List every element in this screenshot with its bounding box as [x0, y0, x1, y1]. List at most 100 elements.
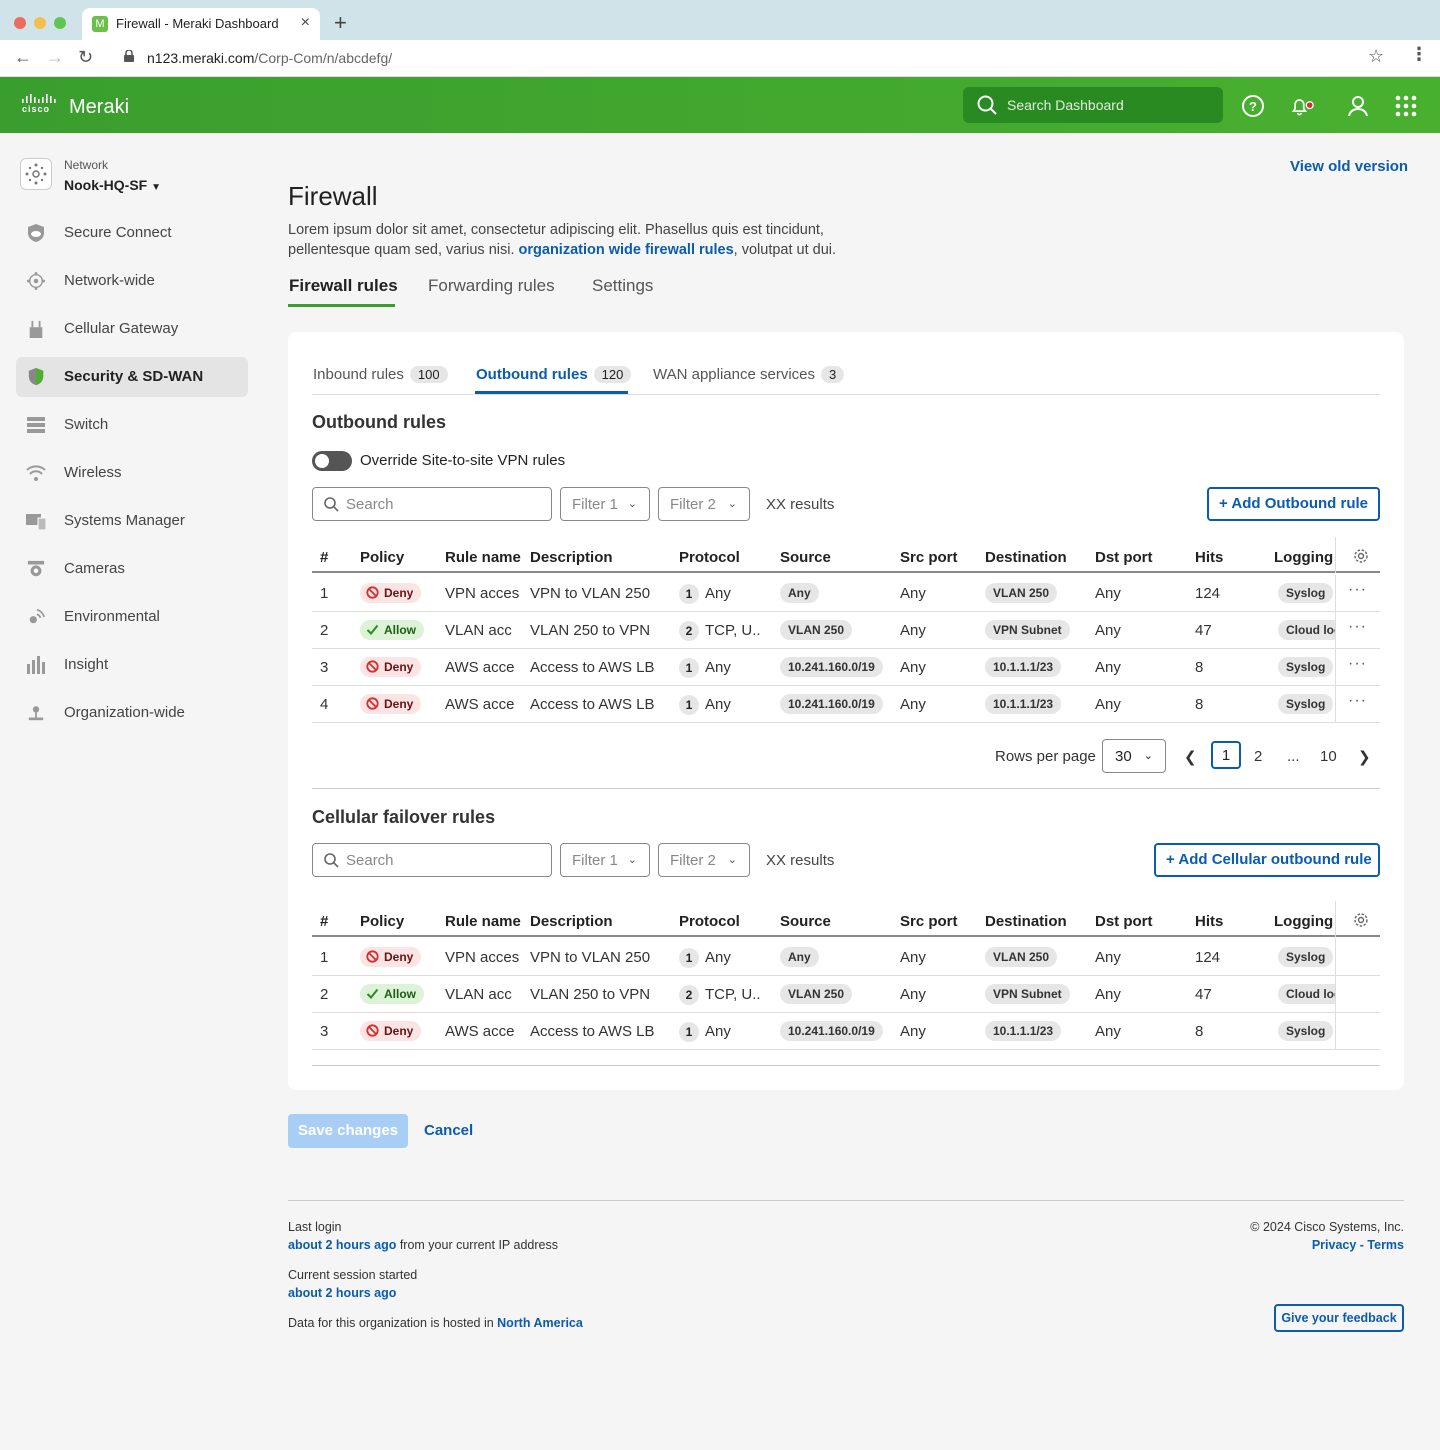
sidebar-item-environmental[interactable]: Environmental [16, 597, 248, 637]
bar-chart-icon [27, 656, 45, 674]
subtab-wan-appliance-services[interactable]: WAN appliance services 3 [653, 366, 845, 383]
sidebar-item-security-sd-wan[interactable]: Security & SD-WAN [16, 357, 248, 397]
table-row[interactable]: 2 Allow VLAN acc VLAN 250 to VPN 2 TCP, U.. VL… [312, 612, 1380, 649]
maximize-window-button[interactable] [54, 17, 66, 29]
tab-settings[interactable]: Settings [592, 276, 653, 296]
close-tab-icon[interactable]: × [301, 14, 310, 32]
org-firewall-rules-link[interactable]: organization wide firewall rules [519, 242, 734, 258]
destination-pill: 10.1.1.1/23 [985, 657, 1062, 677]
column-settings-gear-icon[interactable] [1353, 912, 1369, 928]
rows-per-page-select[interactable]: 30 ⌄ [1102, 739, 1166, 773]
sidebar-item-insight[interactable]: Insight [16, 645, 248, 685]
search-icon [977, 95, 997, 115]
table-row[interactable]: 2 Allow VLAN acc VLAN 250 to VPN 2 TCP, U.. VL… [312, 976, 1380, 1013]
back-arrow-icon[interactable]: ← [14, 47, 32, 68]
sidebar-item-label: Switch [64, 416, 109, 433]
sticky-column-divider [1335, 575, 1336, 612]
table-row[interactable]: 1 Deny VPN acces VPN to VLAN 250 1 Any Any Any V… [312, 939, 1380, 976]
tab-title: Firewall - Meraki Dashboard [116, 16, 279, 31]
save-changes-button[interactable]: Save changes [288, 1114, 408, 1148]
outbound-search-input[interactable]: Search [312, 487, 552, 521]
last-login-link[interactable]: about 2 hours ago [288, 1238, 396, 1252]
table-row[interactable]: 4 Deny AWS acce Access to AWS LB 1 Any 10.241.… [312, 686, 1380, 723]
cellular-filter-2[interactable]: Filter 2 ⌄ [658, 843, 750, 877]
add-cellular-outbound-rule-button[interactable]: + Add Cellular outbound rule [1154, 843, 1380, 877]
outbound-filter-2[interactable]: Filter 2 ⌄ [658, 487, 750, 521]
forward-arrow-icon[interactable]: → [46, 47, 64, 68]
row-actions-more-icon[interactable]: ··· [1348, 618, 1367, 636]
deny-circle-icon [366, 1024, 379, 1037]
search-dashboard-input[interactable]: Search Dashboard [963, 87, 1223, 123]
chevron-down-icon: ⌄ [1143, 750, 1153, 762]
protocol-count-badge: 2 [679, 985, 699, 1005]
browser-tab[interactable]: M Firewall - Meraki Dashboard × [82, 8, 320, 40]
check-icon [366, 987, 379, 1000]
dst-port-value: Any [1095, 659, 1121, 676]
notifications-bell-icon[interactable] [1290, 94, 1314, 118]
outbound-filter-1[interactable]: Filter 1 ⌄ [560, 487, 650, 521]
sidebar-item-cameras[interactable]: Cameras [16, 549, 248, 589]
sidebar-item-cellular-gateway[interactable]: Cellular Gateway [16, 309, 248, 349]
sidebar-item-organization-wide[interactable]: Organization-wide [16, 693, 248, 733]
logging-cell: Syslog [1278, 575, 1336, 611]
cancel-button[interactable]: Cancel [424, 1122, 473, 1139]
page-2-button[interactable]: 2 [1254, 748, 1262, 765]
terms-link[interactable]: Terms [1367, 1238, 1404, 1252]
row-actions-more-icon[interactable]: ··· [1348, 692, 1367, 710]
sidebar-item-systems-manager[interactable]: Systems Manager [16, 501, 248, 541]
browser-menu-icon[interactable]: ⋮ [1410, 44, 1428, 65]
give-feedback-button[interactable]: Give your feedback [1274, 1304, 1404, 1332]
table-row[interactable]: 3 Deny AWS acce Access to AWS LB 1 Any 10.241.… [312, 1013, 1380, 1050]
sidebar-item-secure-connect[interactable]: Secure Connect [16, 213, 248, 253]
cellular-search-input[interactable]: Search [312, 843, 552, 877]
page-10-button[interactable]: 10 [1320, 748, 1337, 765]
page-1-button[interactable]: 1 [1211, 741, 1241, 769]
next-page-icon[interactable]: ❯ [1358, 748, 1371, 766]
logging-cell: Syslog [1278, 686, 1336, 722]
col-hits-header: Hits [1195, 549, 1224, 566]
help-icon[interactable]: ? [1241, 94, 1265, 118]
prev-page-icon[interactable]: ❮ [1184, 748, 1197, 766]
address-bar: ← → ↻ n123.meraki.com/Corp-Com/n/abcdefg… [0, 40, 1440, 77]
override-vpn-toggle[interactable] [312, 451, 352, 471]
table-row[interactable]: 3 Deny AWS acce Access to AWS LB 1 Any 10.241.… [312, 649, 1380, 686]
network-selector[interactable]: Nook-HQ-SF ▼ [64, 177, 161, 193]
url-text[interactable]: n123.meraki.com/Corp-Com/n/abcdefg/ [147, 50, 392, 66]
rule-number: 4 [320, 696, 329, 713]
close-window-button[interactable] [14, 17, 26, 29]
subtab-outbound-rules[interactable]: Outbound rules 120 [476, 366, 632, 383]
deny-circle-icon [366, 586, 379, 599]
rule-number: 2 [320, 986, 329, 1003]
app-launcher-grid-icon[interactable] [1394, 94, 1418, 118]
col-src-port-header: Src port [900, 549, 958, 566]
policy-deny-badge: Deny [360, 657, 422, 677]
table-row[interactable]: 1 Deny VPN acces VPN to VLAN 250 1 Any Any Any V… [312, 575, 1380, 612]
minimize-window-button[interactable] [34, 17, 46, 29]
sidebar-item-switch[interactable]: Switch [16, 405, 248, 445]
view-old-version-link[interactable]: View old version [1290, 158, 1408, 175]
user-profile-icon[interactable] [1346, 94, 1370, 118]
hosted-region-link[interactable]: North America [497, 1316, 583, 1330]
tab-forwarding-rules[interactable]: Forwarding rules [428, 276, 555, 296]
session-link[interactable]: about 2 hours ago [288, 1286, 396, 1300]
subtab-inbound-rules[interactable]: Inbound rules 100 [313, 366, 448, 383]
src-port-value: Any [900, 622, 926, 639]
row-actions-more-icon[interactable]: ··· [1348, 655, 1367, 673]
add-outbound-rule-button[interactable]: + Add Outbound rule [1207, 487, 1380, 521]
reload-icon[interactable]: ↻ [78, 47, 93, 68]
sidebar-item-network-wide[interactable]: Network-wide [16, 261, 248, 301]
cellular-filter-1[interactable]: Filter 1 ⌄ [560, 843, 650, 877]
column-settings-gear-icon[interactable] [1353, 548, 1369, 564]
rule-description: Access to AWS LB [530, 659, 655, 676]
subtab-divider [312, 394, 1380, 395]
new-tab-icon[interactable]: + [334, 10, 347, 36]
tab-firewall-rules[interactable]: Firewall rules [289, 276, 398, 296]
row-actions-more-icon[interactable]: ··· [1348, 581, 1367, 599]
source-pill: Any [780, 947, 819, 967]
bookmark-star-icon[interactable]: ☆ [1368, 46, 1384, 67]
legal-links: Privacy - Terms [1312, 1238, 1404, 1252]
dst-port-value: Any [1095, 622, 1121, 639]
logging-cell: Cloud log [1278, 612, 1336, 648]
privacy-link[interactable]: Privacy [1312, 1238, 1356, 1252]
sidebar-item-wireless[interactable]: Wireless [16, 453, 248, 493]
